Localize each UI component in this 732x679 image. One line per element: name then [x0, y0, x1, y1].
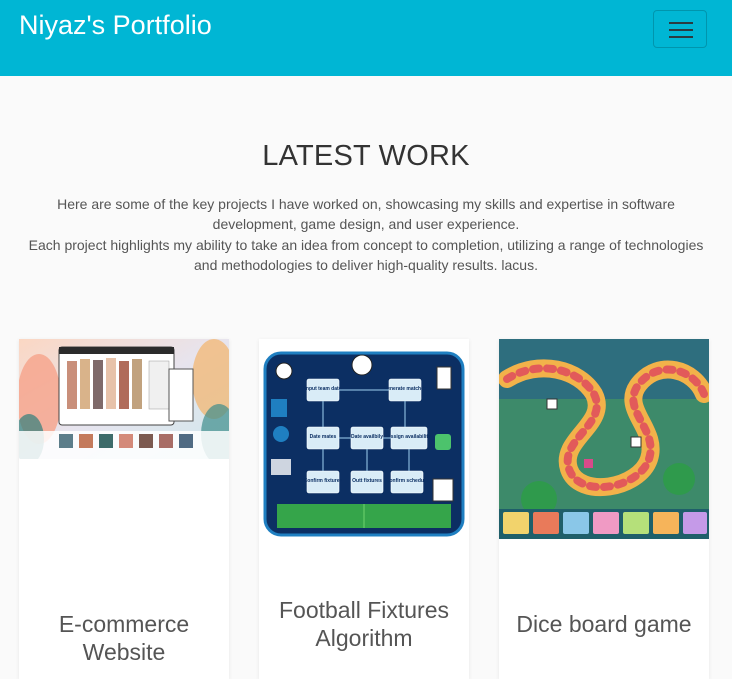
- ecommerce-website-image: [19, 339, 229, 459]
- flowchart-label: Input team data: [305, 386, 342, 392]
- dice-board-game-image: [499, 339, 709, 539]
- brand-link[interactable]: Niyaz's Portfolio: [19, 8, 212, 42]
- football-fixtures-flowchart-image: Input team data Generate matches Date ma…: [259, 339, 469, 539]
- project-card-ecommerce[interactable]: E-commerce Website: [19, 339, 229, 679]
- section-title: LATEST WORK: [262, 140, 470, 172]
- project-card-dice-game[interactable]: Dice board game: [499, 339, 709, 679]
- navbar: Niyaz's Portfolio: [0, 0, 732, 76]
- navbar-toggle-button[interactable]: [653, 10, 707, 48]
- project-title: Dice board game: [516, 611, 692, 637]
- latest-work-section: LATEST WORK Here are some of the key pro…: [0, 76, 732, 679]
- flowchart-label: Date availbily: [351, 434, 383, 440]
- intro-line-2: Each project highlights my ability to ta…: [28, 236, 704, 274]
- flowchart-label: Confirm fixtures: [304, 478, 343, 484]
- intro-line-1: Here are some of the key projects I have…: [57, 196, 675, 233]
- project-card-football[interactable]: Input team data Generate matches Date ma…: [259, 339, 469, 679]
- flowchart-label: Generate matches: [383, 386, 427, 392]
- section-intro: Here are some of the key projects I have…: [20, 194, 712, 276]
- project-title: E-commerce Website: [58, 611, 190, 665]
- flowchart-label: Outt fixtures: [352, 478, 382, 484]
- project-title: Football Fixtures Algorithm: [278, 597, 449, 651]
- flowchart-label: Date mates: [310, 434, 337, 440]
- flowchart-label: Assign availability: [387, 434, 431, 440]
- flowchart-label: Confirm schedule: [386, 478, 428, 484]
